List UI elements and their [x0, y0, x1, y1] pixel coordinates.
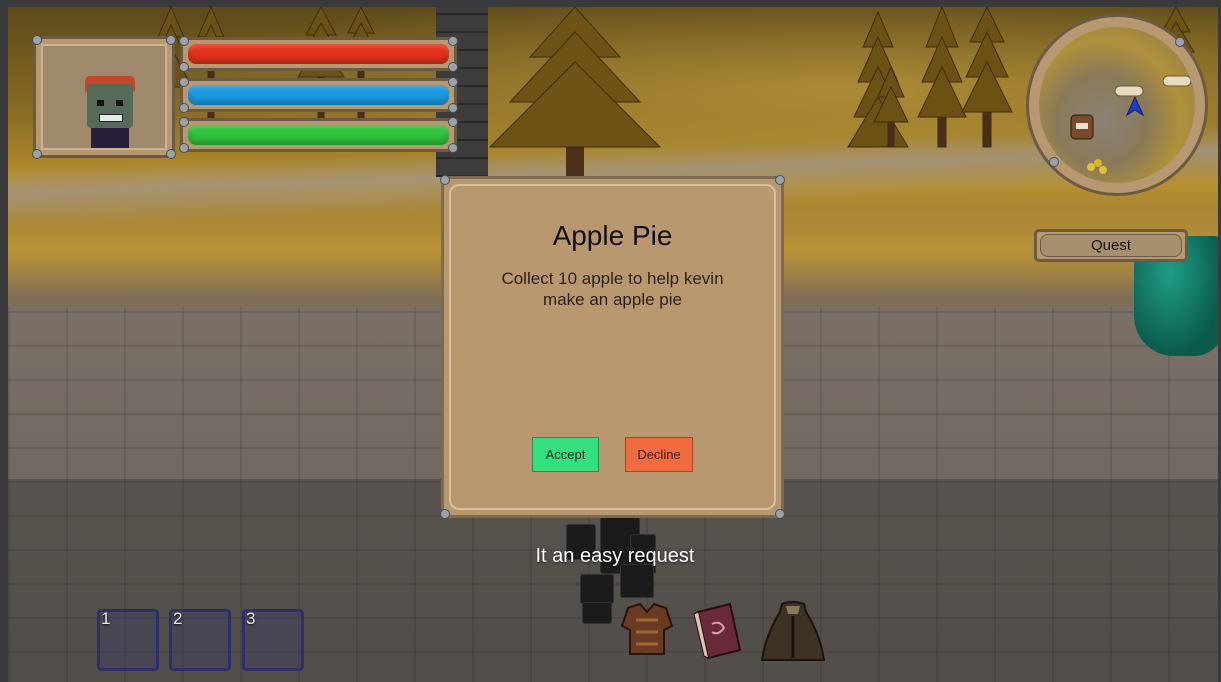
- quest-description: Collect 10 apple to help kevin make an a…: [501, 269, 724, 309]
- rivet-icon: [179, 62, 189, 72]
- coins-marker-icon: [1087, 159, 1107, 174]
- rivet-icon: [448, 62, 458, 72]
- avatar-eyes: [97, 100, 123, 106]
- tree-right-2: [917, 7, 967, 148]
- npc-dialogue-subtitle: It an easy request: [535, 545, 695, 567]
- rivet-icon: [448, 103, 458, 113]
- quest-dialog-panel: Apple Pie Collect 10 apple to help kevin…: [449, 184, 776, 510]
- accept-button[interactable]: Accept: [532, 437, 599, 472]
- rivet-icon: [440, 509, 450, 519]
- stamina-bar-fill: [188, 125, 449, 145]
- pine-tree: [488, 7, 662, 187]
- rivet-icon: [32, 149, 42, 159]
- health-bar-fill: [188, 44, 449, 64]
- quest-dialog: Apple Pie Collect 10 apple to help kevin…: [440, 175, 785, 519]
- avatar-mouth: [99, 114, 123, 122]
- hotbar-slot-1[interactable]: 1: [97, 609, 159, 671]
- hotbar-slot-2[interactable]: 2: [169, 609, 231, 671]
- minimap-view: [1039, 27, 1195, 183]
- rivet-icon: [448, 36, 458, 46]
- armor-icon[interactable]: [616, 600, 678, 658]
- avatar: [41, 44, 167, 150]
- rivet-icon: [179, 103, 189, 113]
- rivet-icon: [179, 117, 189, 127]
- rivet-icon: [1049, 157, 1059, 167]
- rivet-icon: [179, 36, 189, 46]
- stamina-bar: [179, 117, 458, 153]
- rivet-icon: [448, 77, 458, 87]
- tree-right-3: [961, 7, 1013, 148]
- scroll-marker-icon: [1114, 85, 1144, 97]
- rivet-icon: [179, 77, 189, 87]
- player-portrait-frame: [32, 35, 176, 159]
- cloak-icon[interactable]: [760, 598, 826, 662]
- rivet-icon: [775, 509, 785, 519]
- rivet-icon: [1175, 37, 1185, 47]
- mana-bar-fill: [188, 85, 449, 105]
- quest-title: Apple Pie: [552, 220, 673, 251]
- rivet-icon: [775, 175, 785, 185]
- avatar-body: [91, 128, 129, 148]
- rivet-icon: [179, 143, 189, 153]
- decline-button[interactable]: Decline: [625, 437, 693, 472]
- rivet-icon: [166, 35, 176, 45]
- hotbar-slot-number: 3: [246, 609, 256, 628]
- rivet-icon: [448, 143, 458, 153]
- hotbar-slot-number: 2: [173, 609, 183, 628]
- scroll-marker-icon: [1162, 75, 1192, 87]
- hotbar-slot-3[interactable]: 3: [242, 609, 304, 671]
- player-arrow-icon: [1125, 97, 1145, 117]
- hotbar-slot-number: 1: [101, 609, 111, 628]
- npc-marker-icon: [1070, 114, 1094, 140]
- health-bar: [179, 36, 458, 72]
- tree-right-1: [847, 10, 909, 148]
- quest-button-label: Quest: [1040, 234, 1182, 257]
- rivet-icon: [440, 175, 450, 185]
- mana-bar: [179, 77, 458, 113]
- rivet-icon: [448, 117, 458, 127]
- spellbook-icon[interactable]: [690, 602, 746, 662]
- quest-button[interactable]: Quest: [1034, 229, 1188, 262]
- minimap[interactable]: [1026, 14, 1208, 196]
- rivet-icon: [166, 149, 176, 159]
